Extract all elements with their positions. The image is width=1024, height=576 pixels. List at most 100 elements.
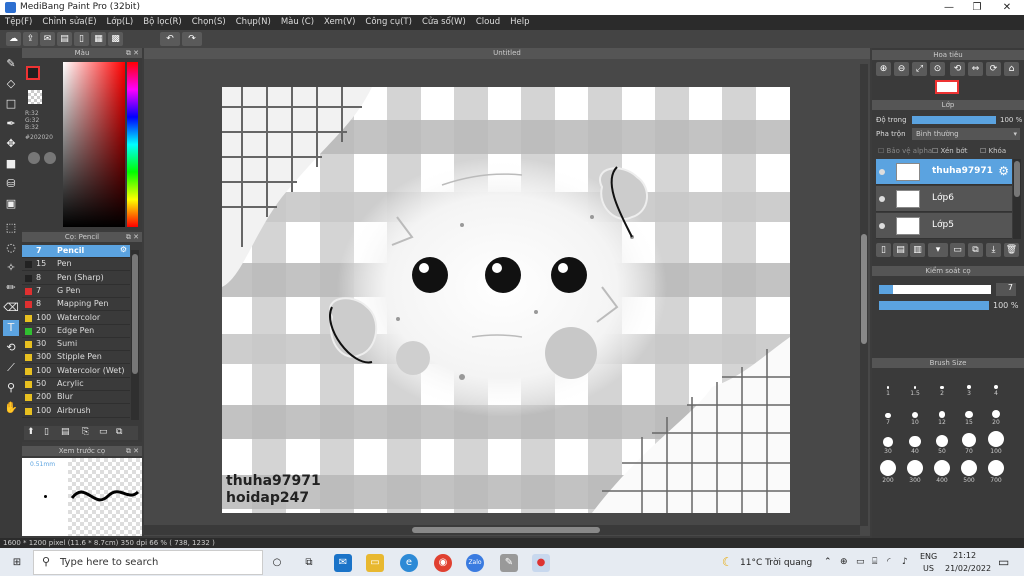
zoom-out-icon[interactable]: ⊖: [894, 62, 909, 76]
layer-item[interactable]: Lớp5: [876, 213, 1012, 239]
select-pen-icon[interactable]: ✏: [3, 280, 19, 296]
menu-filter[interactable]: Bộ lọc(R): [138, 15, 187, 27]
brush-size-preset[interactable]: 30: [874, 430, 902, 455]
gear-icon[interactable]: ⚙: [998, 164, 1009, 178]
brush-size-preset[interactable]: 50: [928, 430, 956, 455]
hand-tool-icon[interactable]: ✋: [3, 400, 19, 416]
brush-size-preset[interactable]: 2: [928, 372, 956, 397]
flip-icon[interactable]: ⇔: [968, 62, 983, 76]
saturation-value-picker[interactable]: [63, 62, 125, 227]
redo-icon[interactable]: ↷: [182, 32, 202, 46]
brush-list-item[interactable]: 50 Acrylic: [22, 378, 130, 391]
eye-icon[interactable]: [879, 196, 885, 202]
grid-icon[interactable]: ▩: [108, 32, 123, 46]
task-view-icon[interactable]: ⧉: [300, 554, 318, 572]
brush-size-preset[interactable]: 200: [874, 459, 902, 484]
bucket-tool-icon[interactable]: ⛁: [3, 176, 19, 192]
brush-size-preset[interactable]: 300: [901, 459, 929, 484]
brush-size-preset[interactable]: 1.5: [901, 372, 929, 397]
windows-start-icon[interactable]: ⊞: [8, 554, 26, 572]
menu-window[interactable]: Cửa sổ(W): [417, 15, 471, 27]
trash-icon[interactable]: 🗑: [1004, 243, 1019, 257]
brush-list-item[interactable]: 30 Sumi: [22, 338, 130, 352]
tray-chevron-icon[interactable]: ⌃: [824, 557, 832, 567]
rotate-right-icon[interactable]: ⟳: [986, 62, 1001, 76]
pen-tool-icon[interactable]: ✒: [3, 116, 19, 132]
add-layer-menu-icon[interactable]: ▾: [928, 243, 948, 257]
folder-icon[interactable]: ▭: [950, 243, 965, 257]
comment-icon[interactable]: ✉: [40, 32, 55, 46]
language-code[interactable]: ENG: [920, 552, 937, 561]
navigator-thumbnail[interactable]: [935, 80, 959, 94]
chrome-icon[interactable]: ◉: [434, 554, 452, 572]
brush-size-preset[interactable]: 10: [901, 401, 929, 426]
brush-size-preset[interactable]: 12: [928, 401, 956, 426]
brush-list-item[interactable]: 15 Pen: [22, 258, 130, 272]
medibang-taskbar-icon[interactable]: ●: [532, 554, 550, 572]
file-explorer-icon[interactable]: ▭: [366, 554, 384, 572]
hue-slider[interactable]: [127, 62, 138, 227]
magic-wand-icon[interactable]: ✧: [3, 260, 19, 276]
brush-list-item[interactable]: 100 Airbrush: [22, 404, 130, 418]
brush-copy-icon[interactable]: ⎘: [82, 427, 89, 437]
chat-icon[interactable]: ▤: [57, 32, 72, 46]
brush-size-preset[interactable]: 400: [928, 459, 956, 484]
menu-cloud[interactable]: Cloud: [471, 15, 505, 27]
menu-snap[interactable]: Chụp(N): [231, 15, 276, 27]
page-icon[interactable]: ▯: [74, 32, 89, 46]
move-tool-icon[interactable]: ✥: [3, 136, 19, 152]
menu-tools[interactable]: Công cụ(T): [360, 15, 417, 27]
palette-add-icon[interactable]: [44, 152, 56, 164]
brush-size-preset[interactable]: 7: [874, 401, 902, 426]
brush-size-preset[interactable]: 1: [874, 372, 902, 397]
menu-layer[interactable]: Lớp(L): [102, 15, 139, 27]
brush-list-item[interactable]: 100 Watercolor (Wet): [22, 364, 130, 378]
eraser-tool-icon[interactable]: ◇: [3, 76, 19, 92]
eye-icon[interactable]: [879, 169, 885, 175]
lasso-tool-icon[interactable]: ◌: [3, 240, 19, 256]
brush-list-scrollbar[interactable]: [131, 250, 139, 420]
brush-tool-icon[interactable]: ✎: [3, 56, 19, 72]
rect-tool-icon[interactable]: □: [3, 96, 19, 112]
duplicate-layer-icon[interactable]: ⧉: [968, 243, 983, 257]
tray-app-icon[interactable]: ⊕: [840, 557, 848, 567]
opacity-slider[interactable]: [912, 116, 996, 124]
gradient-tool-icon[interactable]: ▣: [3, 196, 19, 212]
menu-file[interactable]: Tệp(F): [0, 15, 37, 27]
brush-size-value[interactable]: 7: [996, 283, 1016, 296]
brush-list-item[interactable]: 300 Stipple Pen: [22, 351, 130, 365]
divide-tool-icon[interactable]: ⟋: [3, 360, 19, 376]
text-tool-icon[interactable]: T: [3, 320, 19, 336]
brush-opacity-slider[interactable]: [879, 301, 989, 310]
canvas-vertical-scrollbar[interactable]: [860, 64, 868, 526]
layer-item[interactable]: Lớp6: [876, 186, 1012, 212]
pages-icon[interactable]: ▦: [91, 32, 106, 46]
foreground-color-swatch[interactable]: [26, 66, 40, 80]
menu-help[interactable]: Help: [505, 15, 534, 27]
share-icon[interactable]: ⇪: [23, 32, 38, 46]
clipping-checkbox[interactable]: ☐ Xén bớt: [932, 147, 967, 155]
brush-duplicate-icon[interactable]: ⧉: [116, 427, 122, 437]
brush-size-preset[interactable]: 15: [955, 401, 983, 426]
brush-size-preset[interactable]: 4: [982, 372, 1010, 397]
volume-icon[interactable]: ♪: [902, 557, 908, 567]
clock-time[interactable]: 21:12: [953, 551, 976, 560]
fit-icon[interactable]: ⤢: [912, 62, 927, 76]
select-tool-icon[interactable]: ⬚: [3, 220, 19, 236]
brush-size-preset[interactable]: 700: [982, 459, 1010, 484]
gear-icon[interactable]: ⚙: [120, 245, 127, 254]
brush-add-icon[interactable]: ⬆: [27, 427, 35, 437]
tray-display-icon[interactable]: ▭: [856, 557, 865, 567]
brush-edit-icon[interactable]: ▤: [61, 427, 70, 437]
network-icon[interactable]: ⌸: [872, 557, 877, 567]
brush-list-item[interactable]: 7 Pencil ⚙: [22, 245, 130, 258]
document-tab[interactable]: Untitled: [144, 48, 870, 59]
menu-edit[interactable]: Chỉnh sửa(E): [37, 15, 101, 27]
notification-icon[interactable]: ▭: [998, 555, 1009, 569]
brush-size-preset[interactable]: 40: [901, 430, 929, 455]
new-layer-1bit-icon[interactable]: ▥: [910, 243, 925, 257]
new-layer-8bit-icon[interactable]: ▤: [893, 243, 908, 257]
brush-list-item[interactable]: 100 Watercolor: [22, 311, 130, 325]
weather-text[interactable]: 11°C Trời quang: [740, 558, 812, 568]
clock-date[interactable]: 21/02/2022: [945, 564, 991, 573]
